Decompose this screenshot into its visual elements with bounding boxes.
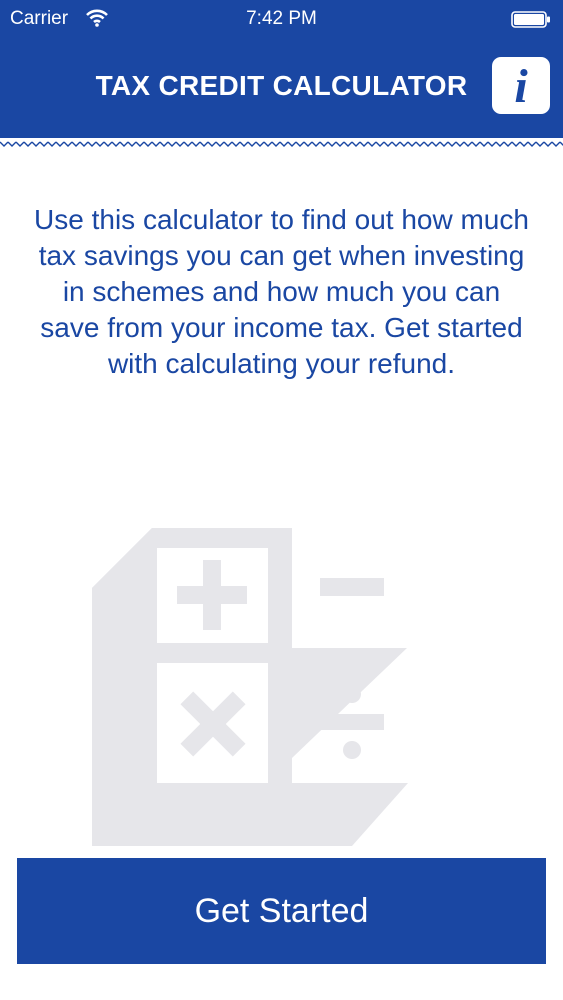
app-header: Carrier 7:42 PM TAX CREDIT CALCULATOR i bbox=[0, 0, 563, 138]
page-title: TAX CREDIT CALCULATOR bbox=[95, 70, 468, 101]
status-bar: Carrier 7:42 PM bbox=[0, 0, 563, 40]
info-icon: i bbox=[514, 59, 528, 113]
get-started-button[interactable]: Get Started bbox=[17, 858, 546, 964]
battery-icon bbox=[511, 11, 550, 28]
intro-text: Use this calculator to find out how much… bbox=[34, 204, 529, 379]
calculator-icon bbox=[92, 528, 412, 846]
info-button[interactable]: i bbox=[492, 57, 550, 114]
header-zigzag-border bbox=[0, 138, 563, 150]
status-time: 7:42 PM bbox=[246, 8, 317, 29]
